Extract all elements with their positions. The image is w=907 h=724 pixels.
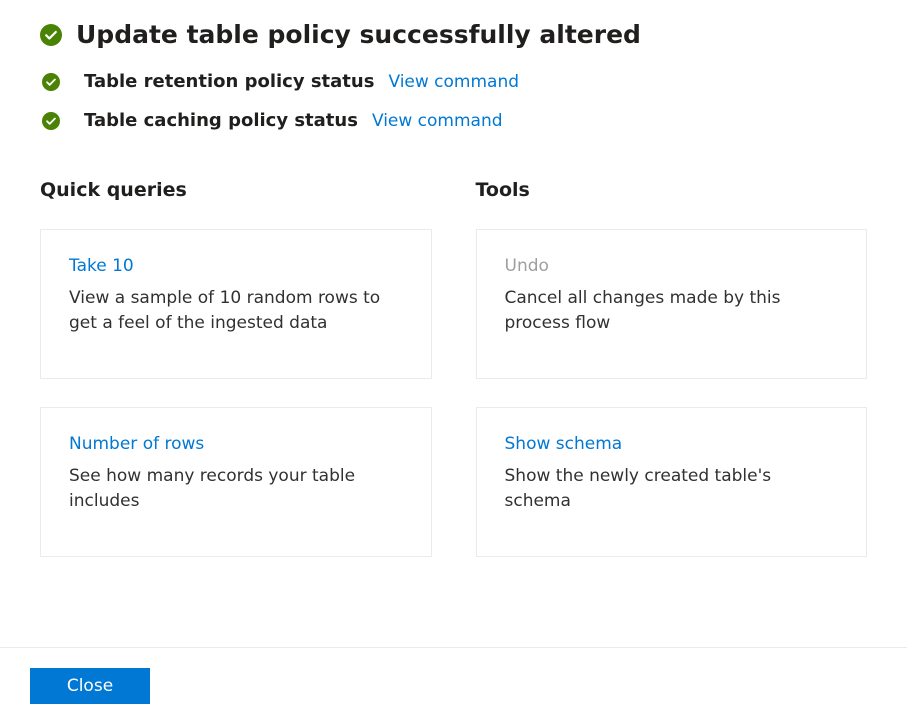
card-undo: Undo Cancel all changes made by this pro… (476, 229, 868, 379)
header: Update table policy successfully altered (40, 20, 867, 49)
page-title: Update table policy successfully altered (76, 20, 641, 49)
status-label: Table retention policy status (84, 71, 374, 92)
view-command-link-retention[interactable]: View command (388, 72, 519, 92)
card-show-schema: Show schema Show the newly created table… (476, 407, 868, 557)
tools-title: Tools (476, 179, 868, 201)
view-command-link-caching[interactable]: View command (372, 111, 503, 131)
status-label: Table caching policy status (84, 110, 358, 131)
close-button[interactable]: Close (30, 668, 150, 704)
quick-queries-column: Quick queries Take 10 View a sample of 1… (40, 179, 432, 585)
card-take-10-link[interactable]: Take 10 (69, 256, 403, 276)
check-circle-icon (40, 24, 62, 46)
card-show-schema-desc: Show the newly created table's schema (505, 464, 839, 513)
check-circle-icon (42, 112, 60, 130)
card-take-10: Take 10 View a sample of 10 random rows … (40, 229, 432, 379)
footer: Close (0, 647, 907, 724)
check-circle-icon (42, 73, 60, 91)
tools-column: Tools Undo Cancel all changes made by th… (476, 179, 868, 585)
card-number-of-rows: Number of rows See how many records your… (40, 407, 432, 557)
card-number-of-rows-desc: See how many records your table includes (69, 464, 403, 513)
card-undo-link: Undo (505, 256, 839, 276)
card-undo-desc: Cancel all changes made by this process … (505, 286, 839, 335)
status-row-retention: Table retention policy status View comma… (40, 71, 867, 92)
card-show-schema-link[interactable]: Show schema (505, 434, 839, 454)
status-row-caching: Table caching policy status View command (40, 110, 867, 131)
quick-queries-title: Quick queries (40, 179, 432, 201)
card-number-of-rows-link[interactable]: Number of rows (69, 434, 403, 454)
card-take-10-desc: View a sample of 10 random rows to get a… (69, 286, 403, 335)
